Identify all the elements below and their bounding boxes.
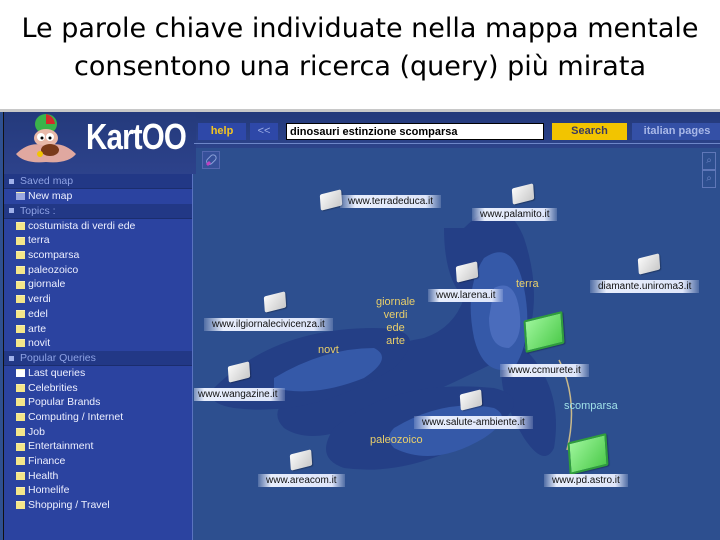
- popular-item[interactable]: Last queries: [4, 366, 192, 381]
- site-label[interactable]: www.areacom.it: [258, 474, 345, 487]
- folder-icon: [16, 413, 25, 422]
- slide-title-line-1: Le parole chiave individuate nella mappa…: [21, 13, 699, 44]
- site-label[interactable]: www.ilgiornalecivicenza.it: [204, 318, 333, 331]
- popular-item[interactable]: Health: [4, 469, 192, 484]
- site-label[interactable]: www.wangazine.it: [194, 388, 286, 401]
- collapse-icon: [9, 355, 14, 361]
- popular-item[interactable]: Job: [4, 425, 192, 440]
- folder-icon: [16, 383, 25, 392]
- keyword-paleozoico[interactable]: paleozoico: [370, 434, 423, 447]
- popular-item[interactable]: Homelife: [4, 483, 192, 498]
- folder-icon: [16, 457, 25, 466]
- site-label[interactable]: www.pd.astro.it: [544, 474, 628, 487]
- collapse-icon: [9, 178, 14, 184]
- folder-icon: [16, 427, 25, 436]
- sidebar-section-topics[interactable]: Topics :: [4, 203, 192, 219]
- folder-icon: [16, 442, 25, 451]
- kartoo-app: KartOO help << Search italian pages Save…: [3, 112, 720, 540]
- topic-item[interactable]: scomparsa: [4, 248, 192, 263]
- slide-title: Le parole chiave individuate nella mappa…: [0, 10, 720, 86]
- keyword-cluster[interactable]: giornale verdi ede arte: [376, 296, 415, 348]
- sidebar: Saved map New map Topics : costumista di…: [4, 174, 193, 540]
- keyword-scomparsa[interactable]: scomparsa: [564, 400, 618, 413]
- mascot-icon: [16, 114, 76, 163]
- topic-item[interactable]: terra: [4, 233, 192, 248]
- folder-icon: [16, 280, 25, 289]
- popular-item[interactable]: Entertainment: [4, 439, 192, 454]
- folder-icon: [16, 221, 25, 230]
- folder-icon: [16, 251, 25, 260]
- topic-item[interactable]: arte: [4, 322, 192, 337]
- site-label[interactable]: diamante.uniroma3.it: [590, 280, 700, 293]
- site-label[interactable]: www.palamito.it: [472, 208, 558, 221]
- zoom-out-icon[interactable]: ⌕: [702, 170, 716, 188]
- popular-item[interactable]: Finance: [4, 454, 192, 469]
- site-label[interactable]: www.ccmurete.it: [500, 364, 589, 377]
- folder-icon: [16, 471, 25, 480]
- topic-item[interactable]: verdi: [4, 292, 192, 307]
- folder-icon: [16, 501, 25, 510]
- sidebar-item-new-map[interactable]: New map: [4, 189, 192, 204]
- popular-item[interactable]: Popular Brands: [4, 395, 192, 410]
- kartoo-logo[interactable]: KartOO: [86, 116, 187, 158]
- search-button[interactable]: Search: [552, 123, 627, 140]
- sidebar-section-popular-queries[interactable]: Popular Queries: [4, 350, 192, 366]
- kartoo-window: KartOO help << Search italian pages Save…: [0, 109, 720, 540]
- search-input[interactable]: [286, 123, 544, 140]
- folder-icon: [16, 236, 25, 245]
- results-map[interactable]: ⌕ ⌕ www.terradeduca.it www.palamito.it w…: [194, 148, 716, 540]
- topic-item[interactable]: edel: [4, 307, 192, 322]
- collapse-icon: [9, 208, 14, 214]
- popular-item[interactable]: Celebrities: [4, 381, 192, 396]
- folder-icon: [16, 310, 25, 319]
- folder-icon: [16, 265, 25, 274]
- back-button[interactable]: <<: [250, 123, 278, 140]
- folder-icon: [16, 324, 25, 333]
- folder-icon: [16, 369, 25, 378]
- folder-icon: [16, 398, 25, 407]
- help-button[interactable]: help: [198, 123, 246, 140]
- eraser-icon[interactable]: [202, 151, 220, 169]
- folder-icon: [16, 339, 25, 348]
- slide-title-line-2: consentono una ricerca (query) più mirat…: [74, 51, 646, 82]
- popular-item[interactable]: Shopping / Travel: [4, 498, 192, 513]
- topic-item[interactable]: paleozoico: [4, 263, 192, 278]
- keyword-novit[interactable]: novt: [318, 344, 339, 357]
- folder-icon: [16, 486, 25, 495]
- header-divider: [194, 143, 720, 144]
- popular-item[interactable]: Computing / Internet: [4, 410, 192, 425]
- zoom-in-icon[interactable]: ⌕: [702, 152, 716, 170]
- topic-item[interactable]: giornale: [4, 277, 192, 292]
- logo-area: KartOO: [4, 112, 196, 174]
- folder-icon: [16, 295, 25, 304]
- site-label[interactable]: www.larena.it: [428, 289, 504, 302]
- topic-item[interactable]: novit: [4, 336, 192, 351]
- site-label[interactable]: www.terradeduca.it: [340, 195, 442, 208]
- folder-icon: [16, 192, 25, 201]
- language-button[interactable]: italian pages: [632, 123, 720, 140]
- sidebar-section-saved-map[interactable]: Saved map: [4, 174, 192, 189]
- topic-item[interactable]: costumista di verdi ede: [4, 219, 192, 234]
- keyword-terra[interactable]: terra: [516, 278, 539, 291]
- site-label[interactable]: www.salute-ambiente.it: [414, 416, 533, 429]
